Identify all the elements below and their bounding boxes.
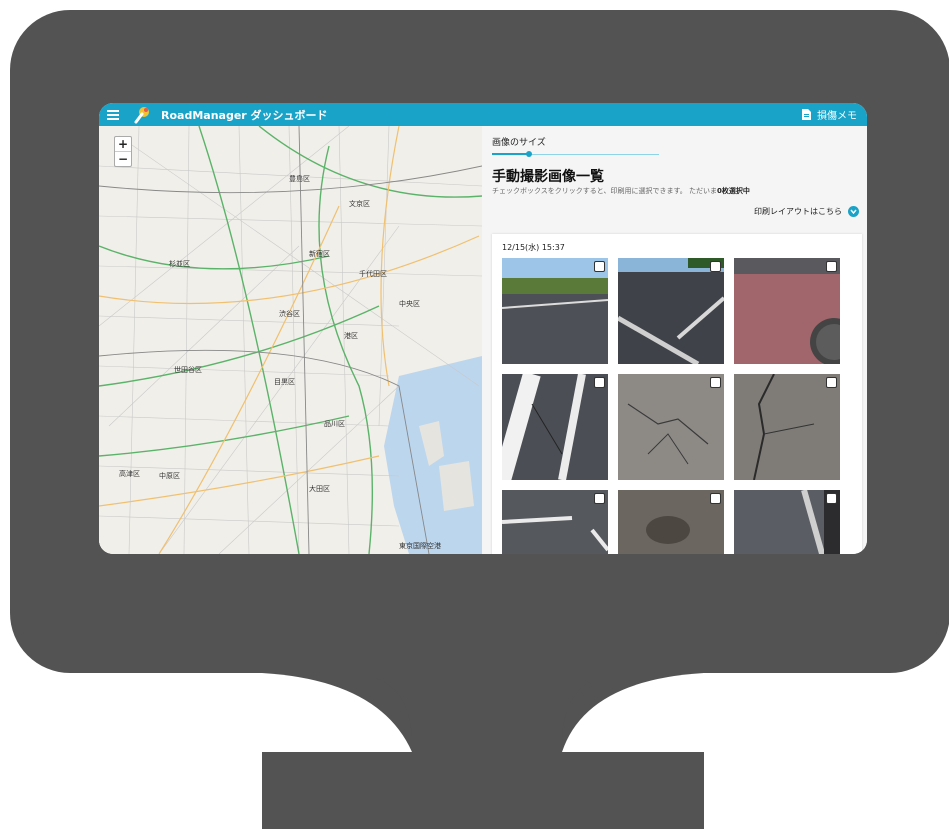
page-title: 手動撮影画像一覧 — [492, 169, 604, 185]
map-label-chuo: 中央区 — [399, 299, 420, 308]
map-label-shinjuku: 新宿区 — [309, 249, 330, 258]
map-label-setagaya: 世田谷区 — [174, 365, 202, 374]
chevron-down-icon — [848, 206, 859, 217]
logo-icon — [134, 106, 149, 123]
photo-checkbox[interactable] — [826, 377, 837, 388]
photo-thumbnail[interactable] — [734, 374, 840, 480]
selection-description-text: チェックボックスをクリックすると、印刷用に選択できます。 ただいま — [492, 187, 718, 195]
zoom-out-button[interactable]: − — [115, 152, 131, 166]
map-label-takatsu: 高津区 — [119, 469, 140, 478]
map-label-minato: 港区 — [344, 331, 358, 340]
photo-checkbox[interactable] — [710, 261, 721, 272]
map-label-bunkyo: 文京区 — [349, 199, 370, 208]
map-view[interactable]: 豊島区 文京区 新宿区 杉並区 渋谷区 港区 品川区 世田谷区 目黒区 大田区 … — [99, 126, 482, 554]
photo-checkbox[interactable] — [710, 493, 721, 504]
map-label-meguro: 目黒区 — [274, 378, 295, 386]
map-label-nakahara: 中原区 — [159, 471, 180, 480]
document-icon — [802, 109, 811, 120]
photo-thumbnail[interactable] — [618, 490, 724, 554]
photo-checkbox[interactable] — [594, 377, 605, 388]
map-label-chiyoda: 千代田区 — [359, 269, 387, 278]
menu-icon[interactable] — [107, 109, 119, 120]
map-label-ota: 大田区 — [309, 484, 330, 493]
size-slider-fill — [492, 153, 529, 155]
print-layout-label: 印刷レイアウトはこちら — [754, 207, 842, 216]
zoom-in-button[interactable]: + — [115, 137, 131, 152]
memo-label: 損傷メモ — [817, 111, 857, 122]
selection-description: チェックボックスをクリックすると、印刷用に選択できます。 ただいま0枚選択中 — [492, 186, 750, 196]
selection-count: 0枚選択中 — [717, 187, 750, 195]
photo-thumbnail[interactable] — [502, 374, 608, 480]
print-layout-link[interactable]: 印刷レイアウトはこちら — [754, 206, 859, 217]
map-label-shibuya: 渋谷区 — [279, 309, 300, 318]
image-panel: 画像のサイズ 手動撮影画像一覧 チェックボックスをクリックすると、印刷用に選択で… — [482, 126, 867, 554]
photo-thumbnail[interactable] — [618, 374, 724, 480]
photo-checkbox[interactable] — [594, 261, 605, 272]
photo-checkbox[interactable] — [710, 377, 721, 388]
map-label-toshima: 豊島区 — [289, 174, 310, 183]
app-title: RoadManager ダッシュボード — [161, 108, 328, 122]
map-canvas[interactable]: 豊島区 文京区 新宿区 杉並区 渋谷区 港区 品川区 世田谷区 目黒区 大田区 … — [99, 126, 482, 554]
photo-thumbnail[interactable] — [734, 490, 840, 554]
size-slider-thumb[interactable] — [525, 151, 532, 157]
photo-checkbox[interactable] — [826, 493, 837, 504]
photo-checkbox[interactable] — [594, 493, 605, 504]
photo-thumbnail[interactable] — [502, 258, 608, 364]
photo-thumbnail[interactable] — [734, 258, 840, 364]
map-label-shinagawa: 品川区 — [324, 420, 345, 428]
size-label: 画像のサイズ — [492, 138, 546, 148]
photo-checkbox[interactable] — [826, 261, 837, 272]
photo-thumbnail[interactable] — [618, 258, 724, 364]
photo-group-date: 12/15(水) 15:37 — [502, 243, 565, 252]
memo-button[interactable]: 損傷メモ — [802, 103, 857, 126]
zoom-control: + − — [114, 136, 132, 167]
photo-thumbnail[interactable] — [502, 490, 608, 554]
map-label-suginami: 杉並区 — [169, 259, 190, 268]
photo-group-card: 12/15(水) 15:37 — [492, 234, 862, 554]
map-label-airport: 東京国際空港 — [399, 541, 441, 550]
screen: RoadManager ダッシュボード 損傷メモ 豊島区 文京区 新宿区 杉並区… — [99, 103, 867, 554]
app-bar: RoadManager ダッシュボード 損傷メモ — [99, 103, 867, 126]
